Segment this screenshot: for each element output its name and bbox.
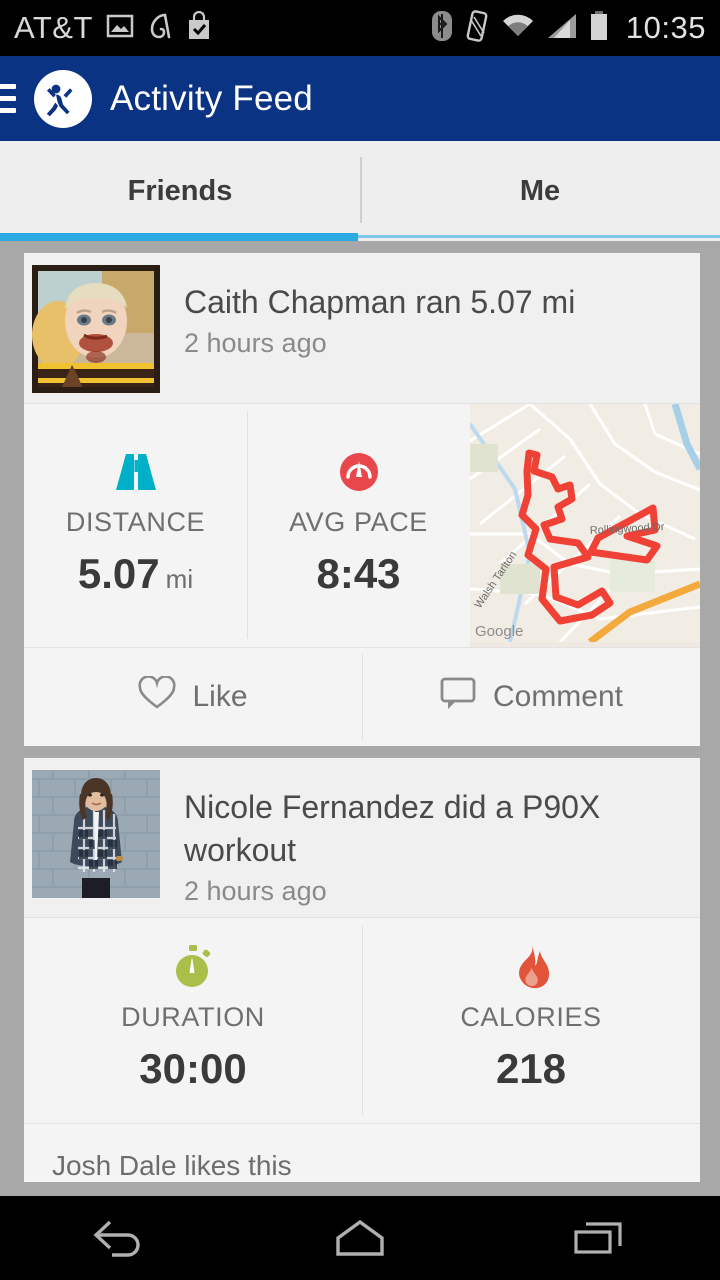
battery-icon xyxy=(589,10,609,46)
stopwatch-duration-icon xyxy=(170,944,216,990)
activity-timestamp: 2 hours ago xyxy=(184,876,327,906)
route-map-thumbnail[interactable]: Rollingwood Dr Walsh Tarlton Google xyxy=(470,404,700,647)
stat-value: 30:00 xyxy=(139,1045,246,1093)
phone-screen: AT&T 10:35 Activity Feed Friends Me Cait… xyxy=(0,0,720,1280)
card-header-text: Nicole Fernandez did a P90X workout 2 ho… xyxy=(160,770,664,907)
activity-title: Nicole Fernandez did a P90X workout xyxy=(184,789,601,868)
vibrate-icon xyxy=(464,9,490,47)
activity-title: Caith Chapman ran 5.07 mi xyxy=(184,284,576,320)
comment-label: Comment xyxy=(492,680,624,713)
tab-friends[interactable]: Friends xyxy=(0,141,360,241)
stat-calories: CALORIES 218 xyxy=(362,918,700,1123)
stat-avg-pace: AVG PACE 8:43 xyxy=(247,404,470,647)
hamburger-menu-icon[interactable] xyxy=(0,84,16,113)
app-header: Activity Feed xyxy=(0,56,720,141)
page-title: Activity Feed xyxy=(110,78,313,118)
activity-card[interactable]: Nicole Fernandez did a P90X workout 2 ho… xyxy=(24,758,700,1182)
like-label: Like xyxy=(192,680,248,713)
bluetooth-icon xyxy=(431,10,453,47)
home-icon[interactable] xyxy=(300,1206,420,1270)
stat-value: 5.07 mi xyxy=(78,550,193,598)
avatar-nicole-fernandez[interactable] xyxy=(32,770,160,898)
tab-me[interactable]: Me xyxy=(360,141,720,241)
road-distance-icon xyxy=(113,449,159,495)
jumping-person-logo-icon xyxy=(34,69,92,128)
stat-number: 5.07 xyxy=(77,550,160,597)
clock-label: 10:35 xyxy=(625,10,706,45)
stat-label: AVG PACE xyxy=(289,507,428,537)
avatar-caith-chapman[interactable] xyxy=(32,265,160,393)
stat-number: 30:00 xyxy=(139,1045,247,1092)
speedometer-pace-icon xyxy=(337,449,381,495)
stat-label: DISTANCE xyxy=(65,507,206,537)
stat-number: 218 xyxy=(495,1045,567,1092)
handwriting-g-icon xyxy=(147,11,173,46)
activity-timestamp: 2 hours ago xyxy=(184,328,327,358)
card-header: Nicole Fernandez did a P90X workout 2 ho… xyxy=(24,758,700,917)
carrier-label: AT&T xyxy=(14,10,93,45)
tab-indicator-inactive xyxy=(358,235,720,238)
back-icon[interactable] xyxy=(60,1206,180,1270)
flame-calories-icon xyxy=(511,944,551,990)
likes-summary: Josh Dale likes this xyxy=(24,1123,700,1182)
card-actions: Like Comment xyxy=(24,647,700,746)
system-nav-bar xyxy=(0,1196,720,1280)
stat-number: 8:43 xyxy=(316,550,401,597)
stat-value: 8:43 xyxy=(316,550,400,598)
status-bar-left: AT&T xyxy=(14,10,212,46)
activity-feed-list[interactable]: Caith Chapman ran 5.07 mi 2 hours ago DI… xyxy=(0,241,720,1280)
tab-bar: Friends Me xyxy=(0,141,720,241)
heart-outline-icon xyxy=(138,675,177,718)
wifi-icon xyxy=(501,12,535,45)
card-header: Caith Chapman ran 5.07 mi 2 hours ago xyxy=(24,253,700,403)
recents-icon[interactable] xyxy=(540,1206,660,1270)
gallery-icon xyxy=(106,12,134,45)
comment-button[interactable]: Comment xyxy=(362,648,700,746)
stat-value: 218 xyxy=(496,1045,566,1093)
stat-unit: mi xyxy=(165,564,194,594)
svg-text:Google: Google xyxy=(475,623,523,640)
tab-indicator-active xyxy=(0,233,358,241)
status-bar-right: 10:35 xyxy=(431,9,706,47)
stat-distance: DISTANCE 5.07 mi xyxy=(24,404,247,647)
comment-bubble-icon xyxy=(439,676,477,718)
like-button[interactable]: Like xyxy=(24,648,362,746)
stats-row: DISTANCE 5.07 mi AVG PACE 8:43 Rollingwo… xyxy=(24,403,700,647)
stat-label: DURATION xyxy=(121,1002,265,1032)
shopping-bag-check-icon xyxy=(186,10,212,46)
stat-duration: DURATION 30:00 xyxy=(24,918,362,1123)
card-header-text: Caith Chapman ran 5.07 mi 2 hours ago xyxy=(160,265,575,393)
cellular-signal-icon xyxy=(546,12,578,45)
stat-label: CALORIES xyxy=(460,1002,602,1032)
stats-row: DURATION 30:00 CALORIES 218 xyxy=(24,917,700,1123)
activity-card[interactable]: Caith Chapman ran 5.07 mi 2 hours ago DI… xyxy=(24,253,700,746)
status-bar: AT&T 10:35 xyxy=(0,0,720,56)
